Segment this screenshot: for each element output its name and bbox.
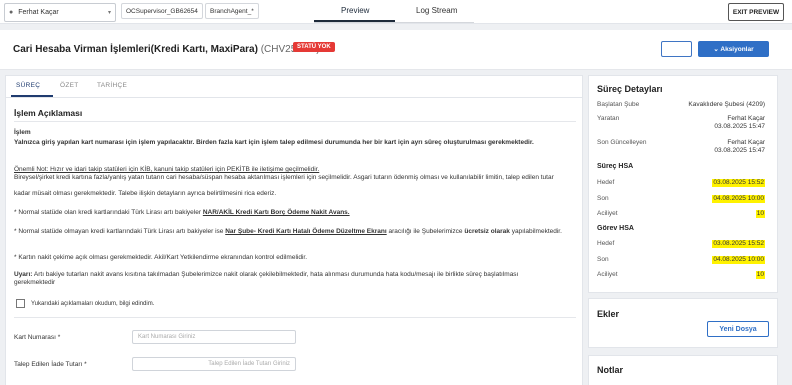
acknowledge-checkbox[interactable] (16, 299, 25, 308)
top-bar: ● Ferhat Kaçar ▾ OCSupervisor_GB62654 Br… (0, 0, 792, 24)
gorev-hsa-target: Hedef 03.08.2025 15:52 (597, 240, 765, 248)
detail-value: 03.08.2025 15:52 (712, 179, 765, 187)
surec-hsa-urgency: Aciliyet 10 (597, 210, 765, 218)
acknowledge-label: Yukarıdaki açıklamaları okudum, bilgi ed… (31, 300, 155, 307)
surec-hsa-target: Hedef 03.08.2025 15:52 (597, 179, 765, 187)
detail-value: 10 (755, 271, 765, 279)
bullet-cash-withdrawal: * Kartın nakit çekime açık olması gerekm… (14, 254, 307, 261)
detail-value: Ferhat Kaçar 03.08.2025 15:47 (714, 139, 765, 155)
detail-label: Aciliyet (597, 271, 618, 278)
subtab-active-indicator (11, 95, 53, 97)
attachments-card: Ekler Yeni Dosya (588, 298, 778, 348)
detail-value: 04.08.2025 10:00 (712, 195, 765, 203)
detail-label: Son (597, 195, 609, 202)
exit-preview-button[interactable]: EXIT PREVIEW (728, 3, 784, 21)
tab-tarihce[interactable]: TARİHÇE (97, 82, 127, 89)
bullet-2-bold: ücretsiz olarak (464, 228, 510, 235)
tab-divider (314, 22, 474, 23)
bullet-non-normal-status: * Normal statüde olmayan kredi kartların… (14, 228, 572, 236)
detail-value: Kavaklıdere Şubesi (4209) (688, 101, 765, 108)
detail-label: Hedef (597, 240, 615, 247)
bullet-2-link: Nar Şube- Kredi Kartı Hatalı Ödeme Düzel… (225, 228, 387, 235)
refund-amount-input[interactable]: Talep Edilen İade Tutarı Giriniz (132, 357, 296, 371)
bullet-normal-status: * Normal statüde olan kredi kartlarındak… (14, 209, 574, 217)
note-body-2: kadar müsait olması gerekmektedir. Taleb… (14, 190, 277, 197)
notes-title: Notlar (597, 365, 624, 375)
detail-time: 03.08.2025 15:47 (714, 123, 765, 130)
detail-user: Ferhat Kaçar (727, 139, 765, 146)
attachments-title: Ekler (597, 309, 620, 319)
detail-created-by: Yaratan Ferhat Kaçar 03.08.2025 15:47 (597, 115, 765, 130)
page-title-text: Cari Hesaba Virman İşlemleri(Kredi Kartı… (13, 44, 258, 55)
detail-label: Aciliyet (597, 210, 618, 217)
page-title: Cari Hesaba Virman İşlemleri(Kredi Kartı… (13, 44, 320, 55)
divider (14, 317, 576, 318)
gorev-hsa-deadline: Son 04.08.2025 10:00 (597, 256, 765, 264)
actions-button[interactable]: ⌄ Aksiyonlar (698, 41, 769, 57)
process-details-card: Süreç Detayları Başlatan Şube Kavaklıder… (588, 75, 778, 293)
bullet-1-text: * Normal statüde olan kredi kartlarındak… (14, 209, 203, 216)
tab-ozet[interactable]: ÖZET (60, 82, 79, 89)
section-title: İşlem Açıklaması (14, 108, 83, 118)
subtabs: SÜREÇ ÖZET TARİHÇE (6, 76, 582, 98)
tab-active-indicator (314, 20, 395, 22)
islem-label: İşlem (14, 129, 31, 136)
process-details-title: Süreç Detayları (597, 84, 663, 94)
detail-label: Başlatan Şube (597, 101, 640, 108)
detail-label: Son Güncelleyen (597, 139, 647, 146)
important-note: Önemli Not: Hızır ve idari takip statüle… (14, 166, 320, 173)
chevron-down-icon: ▾ (107, 10, 111, 16)
process-panel: SÜREÇ ÖZET TARİHÇE İşlem Açıklaması İşle… (5, 75, 583, 385)
secondary-button[interactable] (661, 41, 692, 57)
warning-body: Artı bakiye tutarları nakit avans kısıtı… (14, 271, 519, 286)
tab-surec[interactable]: SÜREÇ (16, 82, 40, 89)
user-select-value: Ferhat Kaçar (18, 9, 59, 16)
role-chip-supervisor[interactable]: OCSupervisor_GB62654 (121, 3, 203, 19)
tab-log-stream[interactable]: Log Stream (416, 6, 457, 15)
gorev-hsa-title: Görev HSA (597, 225, 634, 232)
process-header: Cari Hesaba Virman İşlemleri(Kredi Kartı… (0, 30, 792, 70)
divider (14, 121, 576, 122)
detail-label: Hedef (597, 179, 615, 186)
bullet-2-end: yapılabilmektedir. (509, 228, 562, 235)
detail-last-updated: Son Güncelleyen Ferhat Kaçar 03.08.2025 1… (597, 139, 765, 154)
role-chip-branch-agent[interactable]: BranchAgent_* (205, 3, 259, 19)
tab-preview[interactable]: Preview (341, 6, 369, 15)
status-badge: STATÜ YOK (293, 42, 335, 52)
instruction-paragraph: Yalnızca giriş yapılan kart numarası içi… (14, 139, 534, 146)
user-select[interactable]: ● Ferhat Kaçar ▾ (4, 3, 116, 22)
detail-label: Yaratan (597, 115, 620, 122)
bullet-1-link: NAR/AKİL Kredi Kartı Borç Ödeme Nakit Av… (202, 209, 350, 216)
detail-label: Son (597, 256, 609, 263)
card-number-label: Kart Numarası * (14, 334, 61, 341)
detail-value: 10 (755, 210, 765, 218)
notes-card: Notlar (588, 355, 778, 385)
bullet-2-text: * Normal statüde olmayan kredi kartların… (14, 228, 226, 235)
detail-value: 03.08.2025 15:52 (712, 240, 765, 248)
warning-label: Uyarı: (14, 271, 33, 278)
detail-start-branch: Başlatan Şube Kavaklıdere Şubesi (4209) (597, 101, 765, 108)
card-number-input[interactable]: Kart Numarası Giriniz (132, 330, 296, 344)
detail-user: Ferhat Kaçar (727, 115, 765, 122)
acknowledge-row: Yukarıdaki açıklamaları okudum, bilgi ed… (16, 299, 154, 308)
gorev-hsa-urgency: Aciliyet 10 (597, 271, 765, 279)
user-icon: ● (9, 9, 14, 16)
surec-hsa-deadline: Son 04.08.2025 10:00 (597, 195, 765, 203)
new-file-button[interactable]: Yeni Dosya (707, 321, 769, 337)
note-body-1: Bireysel/şirket kredi kartına fazla/yanl… (14, 174, 554, 181)
detail-value: Ferhat Kaçar 03.08.2025 15:47 (714, 115, 765, 131)
surec-hsa-title: Süreç HSA (597, 163, 634, 170)
detail-value: 04.08.2025 10:00 (712, 256, 765, 264)
bullet-2-mid: aracılığı ile Şubelerimizce (386, 228, 465, 235)
detail-time: 03.08.2025 15:47 (714, 147, 765, 154)
warning-text: Uyarı: Artı bakiye tutarları nakit avans… (14, 271, 554, 287)
refund-amount-label: Talep Edilen İade Tutarı * (14, 361, 87, 368)
